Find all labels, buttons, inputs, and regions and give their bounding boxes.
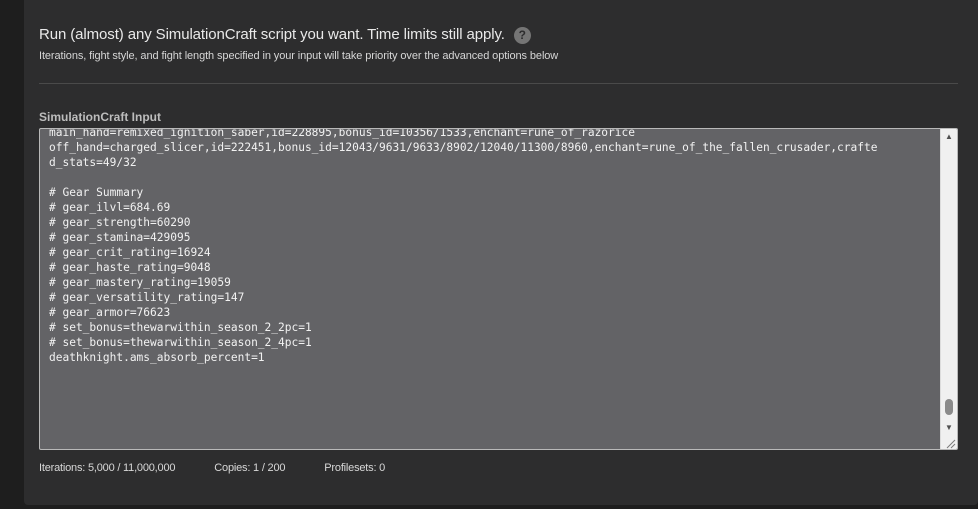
page-title: Run (almost) any SimulationCraft script …: [39, 25, 505, 43]
simc-input-panel: Run (almost) any SimulationCraft script …: [24, 0, 978, 505]
code-line: # set_bonus=thewarwithin_season_2_2pc=1: [49, 321, 312, 334]
copies-count: Copies: 1 / 200: [214, 462, 286, 474]
code-line: off_hand=charged_slicer,id=222451,bonus_…: [49, 141, 878, 154]
code-line: # gear_armor=76623: [49, 306, 171, 319]
code-line: # gear_crit_rating=16924: [49, 246, 211, 259]
code-line: # gear_stamina=429095: [49, 231, 191, 244]
input-label: SimulationCraft Input: [39, 110, 161, 124]
chevron-up-icon[interactable]: ▲: [941, 130, 957, 144]
panel-header: Run (almost) any SimulationCraft script …: [39, 24, 958, 63]
profilesets-count: Profilesets: 0: [324, 462, 386, 474]
help-icon[interactable]: ?: [513, 26, 531, 44]
divider: [39, 83, 958, 84]
code-line: # gear_versatility_rating=147: [49, 291, 245, 304]
code-line: deathknight.ams_absorb_percent=1: [49, 351, 265, 364]
code-line: # Gear Summary: [49, 186, 144, 199]
resize-grip-icon[interactable]: [944, 436, 956, 449]
title-row: Run (almost) any SimulationCraft script …: [39, 24, 958, 44]
page-subtitle: Iterations, fight style, and fight lengt…: [39, 50, 559, 62]
code-line: # gear_haste_rating=9048: [49, 261, 211, 274]
simc-input-textarea[interactable]: main_hand=remixed_ignition_saber,id=2288…: [39, 128, 958, 450]
simc-input-text[interactable]: main_hand=remixed_ignition_saber,id=2288…: [49, 128, 934, 365]
code-line: # gear_mastery_rating=19059: [49, 276, 231, 289]
code-line: d_stats=49/32: [49, 156, 137, 169]
code-line: # set_bonus=thewarwithin_season_2_4pc=1: [49, 336, 312, 349]
chevron-down-icon[interactable]: ▼: [941, 421, 957, 435]
code-line: # gear_strength=60290: [49, 216, 191, 229]
scrollbar-thumb[interactable]: [945, 399, 953, 415]
iterations-count: Iterations: 5,000 / 11,000,000: [39, 462, 176, 474]
code-line: main_hand=remixed_ignition_saber,id=2288…: [49, 128, 635, 139]
code-line: # gear_ilvl=684.69: [49, 201, 171, 214]
sim-limits-footer: Iterations: 5,000 / 11,000,000 Copies: 1…: [39, 462, 424, 474]
vertical-scrollbar[interactable]: ▲ ▼: [940, 129, 957, 449]
